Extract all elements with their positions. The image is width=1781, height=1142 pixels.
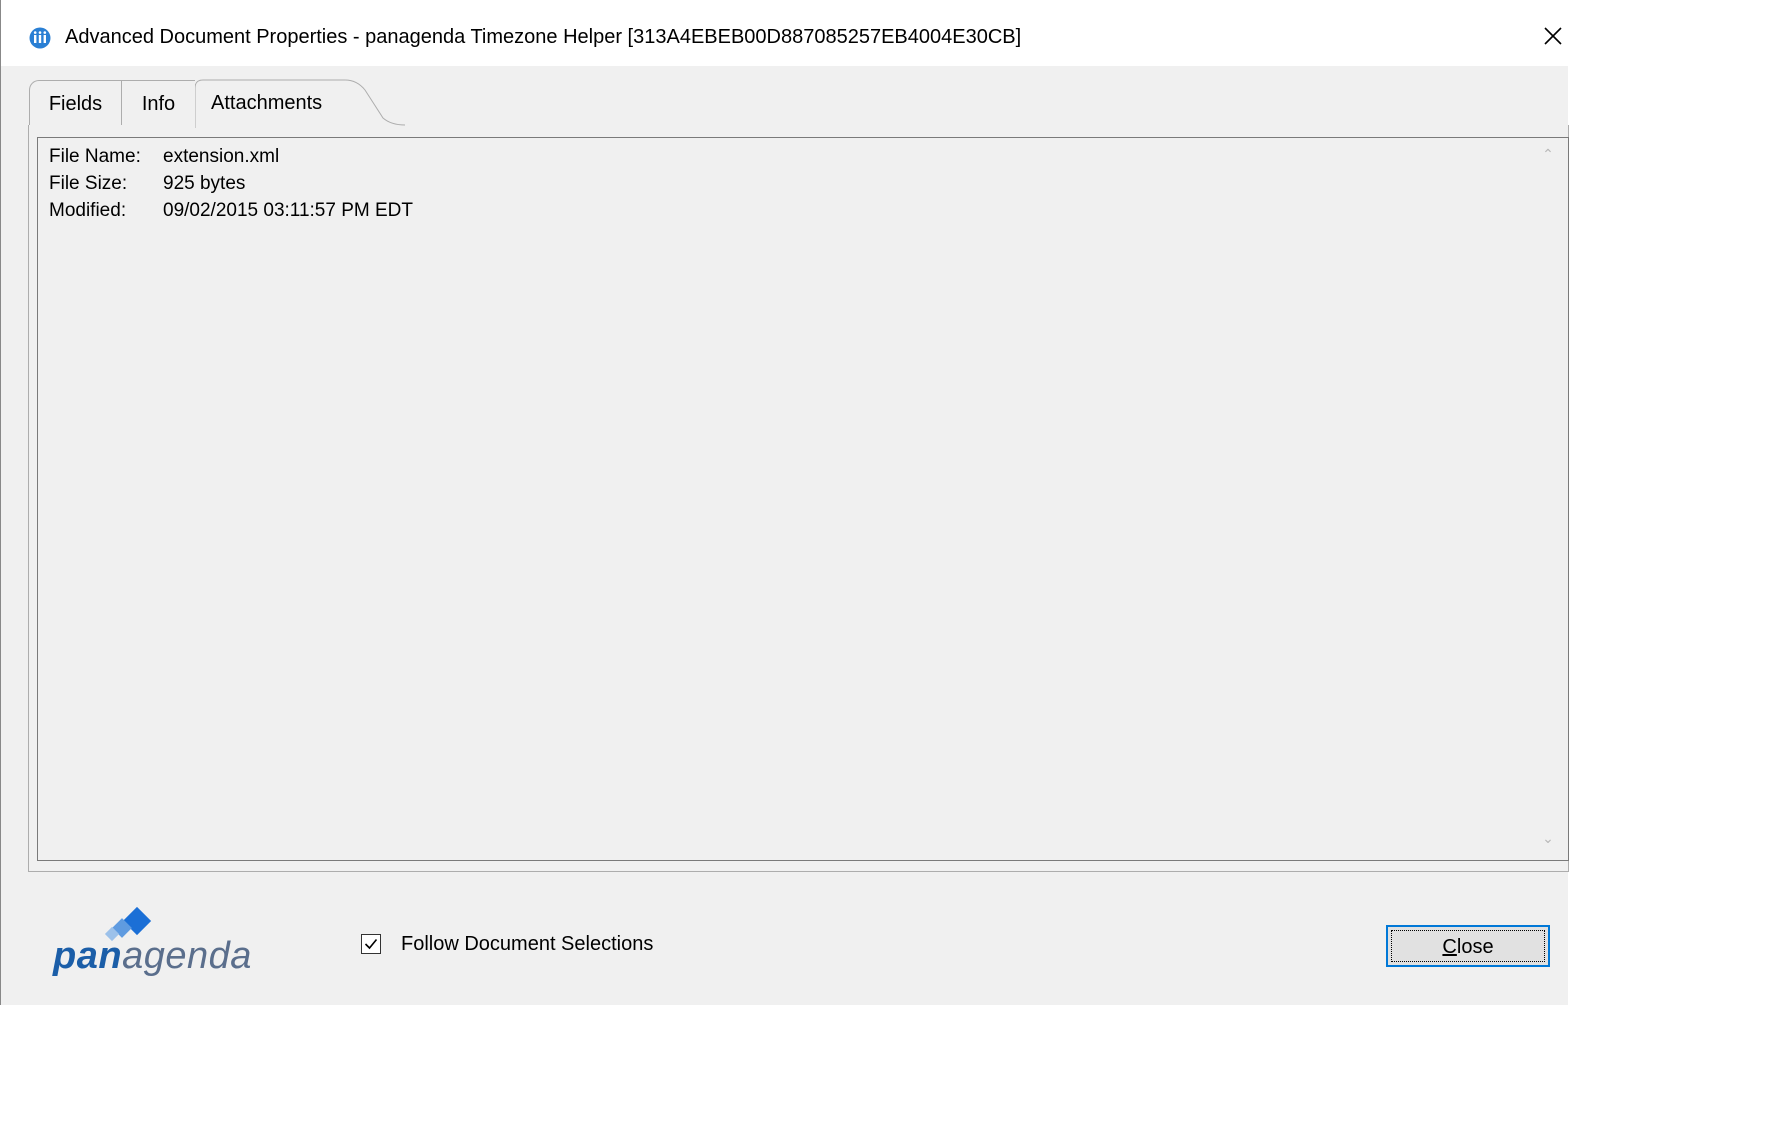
- tab-attachments-label: Attachments: [211, 92, 323, 114]
- scroll-down-arrow-icon[interactable]: ⌄: [1538, 830, 1558, 850]
- modified-value: 09/02/2015 03:11:57 PM EDT: [163, 200, 413, 221]
- tab-info[interactable]: Info: [121, 80, 196, 126]
- title-bar[interactable]: Advanced Document Properties - panagenda…: [1, 0, 1569, 66]
- modified-label: Modified:: [49, 200, 127, 221]
- advanced-document-properties-window: Advanced Document Properties - panagenda…: [0, 0, 1569, 1005]
- attachment-info-textbox[interactable]: File Name: extension.xml File Size: 925 by…: [37, 137, 1569, 861]
- file-size-row: File Size: 925 bytes: [49, 173, 245, 195]
- close-button[interactable]: Close: [1386, 925, 1550, 967]
- close-icon[interactable]: [1539, 22, 1567, 50]
- tab-strip: Fields Info Attachments: [1, 70, 1569, 128]
- tab-attachments[interactable]: Attachments: [195, 78, 405, 128]
- file-size-label: File Size:: [49, 173, 128, 194]
- checkmark-icon: [364, 938, 378, 950]
- file-name-label: File Name:: [49, 146, 141, 167]
- file-name-row: File Name: extension.xml: [49, 146, 279, 168]
- app-icon: [29, 27, 51, 49]
- tab-fields-label: Fields: [48, 93, 103, 115]
- logo-wordmark: panagenda: [53, 935, 252, 977]
- modified-row: Modified: 09/02/2015 03:11:57 PM EDT: [49, 200, 413, 222]
- panagenda-logo: panagenda: [53, 905, 283, 985]
- follow-document-selections-checkbox[interactable]: [361, 934, 381, 954]
- window-title: Advanced Document Properties - panagenda…: [65, 26, 1022, 48]
- scroll-up-arrow-icon[interactable]: ⌃: [1538, 146, 1558, 166]
- file-size-value: 925 bytes: [163, 173, 246, 194]
- follow-document-selections-label[interactable]: Follow Document Selections: [401, 933, 653, 956]
- tab-info-label: Info: [141, 93, 176, 115]
- file-name-value: extension.xml: [163, 146, 280, 167]
- close-button-label: Close: [1442, 936, 1494, 958]
- tab-fields[interactable]: Fields: [29, 80, 122, 126]
